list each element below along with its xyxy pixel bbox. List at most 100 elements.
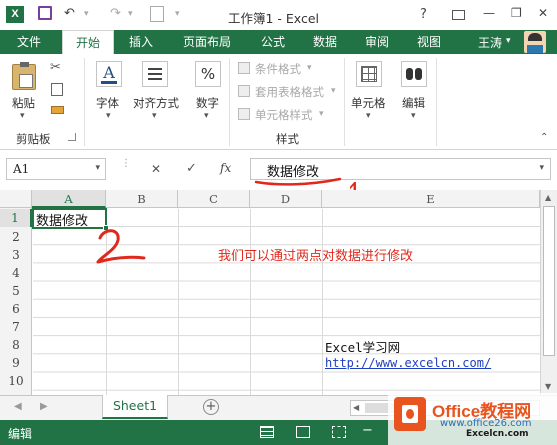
close-button[interactable]: ✕ [538, 6, 548, 20]
undo-icon[interactable]: ↶ [64, 6, 75, 21]
watermark-url: www.office26.com [440, 418, 532, 429]
new-sheet-button[interactable]: + [203, 399, 219, 415]
excel-logo-icon: X [6, 6, 24, 23]
page-break-view-icon[interactable] [332, 426, 346, 438]
conditional-format-button[interactable]: 条件格式 [255, 61, 301, 77]
tab-view[interactable]: 视图 [408, 30, 450, 54]
customize-qat-icon[interactable]: ▾ [175, 9, 180, 19]
sheet-tab-sheet1[interactable]: Sheet1 [102, 395, 168, 419]
formula-bar-grip-icon[interactable]: ⋮ [121, 159, 131, 169]
percent-icon[interactable]: % [195, 61, 221, 87]
avatar[interactable] [524, 31, 546, 53]
clipboard-launcher-icon[interactable] [68, 133, 76, 141]
name-box-dropdown-icon[interactable]: ▾ [95, 163, 100, 173]
find-binoculars-icon[interactable] [401, 61, 427, 87]
redo-dropdown-icon[interactable]: ▾ [128, 9, 133, 19]
redo-icon[interactable]: ↷ [110, 6, 121, 21]
cells-label[interactable]: 单元格 [351, 95, 386, 111]
expand-formula-bar-icon[interactable]: ▾ [539, 163, 544, 173]
insert-function-button[interactable]: fx [220, 161, 231, 175]
cut-icon[interactable]: ✂ [50, 60, 61, 75]
column-header-a[interactable]: A [32, 190, 106, 208]
scroll-thumb[interactable] [543, 206, 555, 356]
row-header-2[interactable]: 2 [0, 228, 32, 246]
row-header-9[interactable]: 9 [0, 354, 32, 372]
column-header-c[interactable]: C [178, 190, 250, 208]
sheet-scroll-prev-icon[interactable]: ◀ [14, 401, 22, 412]
collapse-ribbon-icon[interactable]: ⌃ [540, 132, 548, 143]
alignment-dropdown-icon[interactable]: ▾ [152, 111, 157, 121]
print-preview-icon[interactable] [150, 6, 164, 22]
table-format-button[interactable]: 套用表格格式 [255, 84, 324, 100]
user-dropdown-icon[interactable]: ▾ [506, 36, 511, 46]
row-header-7[interactable]: 7 [0, 318, 32, 336]
confirm-entry-button[interactable]: ✓ [186, 161, 197, 176]
column-header-e[interactable]: E [322, 190, 540, 208]
font-dropdown-icon[interactable]: ▾ [106, 111, 111, 121]
paste-icon[interactable] [12, 62, 36, 90]
undo-dropdown-icon[interactable]: ▾ [84, 9, 89, 19]
alignment-icon[interactable] [142, 61, 168, 87]
alignment-label[interactable]: 对齐方式 [133, 95, 179, 111]
status-mode: 编辑 [8, 427, 33, 441]
row-header-1[interactable]: 1 [0, 209, 32, 227]
scroll-down-icon[interactable]: ▼ [545, 382, 551, 391]
tab-insert[interactable]: 插入 [120, 30, 162, 54]
row-header-8[interactable]: 8 [0, 336, 32, 354]
tab-file[interactable]: 文件 [0, 30, 58, 54]
table-format-dropdown-icon[interactable]: ▾ [331, 86, 336, 96]
watermark-overlay: Office教程网 www.office26.com Excelcn.com [388, 393, 557, 445]
cell-styles-icon[interactable] [238, 108, 250, 120]
row-header-6[interactable]: 6 [0, 300, 32, 318]
conditional-format-icon[interactable] [238, 62, 250, 74]
cell-styles-dropdown-icon[interactable]: ▾ [319, 109, 324, 119]
font-label[interactable]: 字体 [96, 95, 119, 111]
tab-home[interactable]: 开始 [62, 30, 114, 54]
format-painter-icon[interactable] [51, 106, 64, 114]
conditional-format-dropdown-icon[interactable]: ▾ [307, 63, 312, 73]
paste-dropdown-icon[interactable]: ▾ [20, 111, 25, 121]
font-icon[interactable]: A [96, 61, 122, 87]
table-format-icon[interactable] [238, 85, 250, 97]
tab-formulas[interactable]: 公式 [252, 30, 294, 54]
copy-icon[interactable] [51, 83, 63, 96]
page-layout-view-icon[interactable] [296, 426, 310, 438]
site-url-link[interactable]: http://www.excelcn.com/ [325, 356, 491, 370]
zoom-out-icon[interactable]: − [362, 423, 373, 438]
minimize-button[interactable]: — [483, 6, 495, 20]
cancel-entry-button[interactable]: ✕ [151, 162, 161, 176]
tab-review[interactable]: 审阅 [356, 30, 398, 54]
ribbon-display-options-icon[interactable] [452, 10, 465, 20]
column-header-d[interactable]: D [250, 190, 322, 208]
help-button[interactable]: ? [420, 7, 427, 22]
name-box[interactable]: A1 ▾ [6, 158, 106, 180]
cells-dropdown-icon[interactable]: ▾ [366, 111, 371, 121]
column-header-b[interactable]: B [106, 190, 178, 208]
row-header-5[interactable]: 5 [0, 282, 32, 300]
cells-icon[interactable] [356, 61, 382, 87]
paste-label[interactable]: 粘贴 [12, 95, 35, 111]
scroll-up-icon[interactable]: ▲ [545, 193, 551, 202]
select-all-corner[interactable] [0, 190, 32, 208]
save-icon[interactable] [38, 6, 52, 20]
editing-dropdown-icon[interactable]: ▾ [411, 111, 416, 121]
scroll-left-icon[interactable]: ◀ [353, 403, 359, 412]
number-dropdown-icon[interactable]: ▾ [204, 111, 209, 121]
sheet-scroll-next-icon[interactable]: ▶ [40, 401, 48, 412]
group-divider [229, 58, 230, 146]
row-header-3[interactable]: 3 [0, 246, 32, 264]
number-label[interactable]: 数字 [196, 95, 219, 111]
tab-data[interactable]: 数据 [304, 30, 346, 54]
normal-view-icon[interactable] [260, 426, 274, 438]
user-name[interactable]: 王涛 [478, 34, 502, 51]
row-header-10[interactable]: 10 [0, 372, 32, 390]
worksheet-grid[interactable]: A B C D E 1 2 3 4 5 6 7 8 9 10 数据修改 我们可以… [0, 190, 557, 395]
editing-label[interactable]: 编辑 [402, 95, 425, 111]
tab-page-layout[interactable]: 页面布局 [172, 30, 242, 54]
row-header-4[interactable]: 4 [0, 264, 32, 282]
restore-button[interactable]: ❐ [511, 6, 522, 20]
gridline [322, 209, 323, 395]
vertical-scrollbar[interactable]: ▲ ▼ [540, 190, 557, 395]
gridline [250, 209, 251, 395]
cell-styles-button[interactable]: 单元格样式 [255, 107, 313, 123]
